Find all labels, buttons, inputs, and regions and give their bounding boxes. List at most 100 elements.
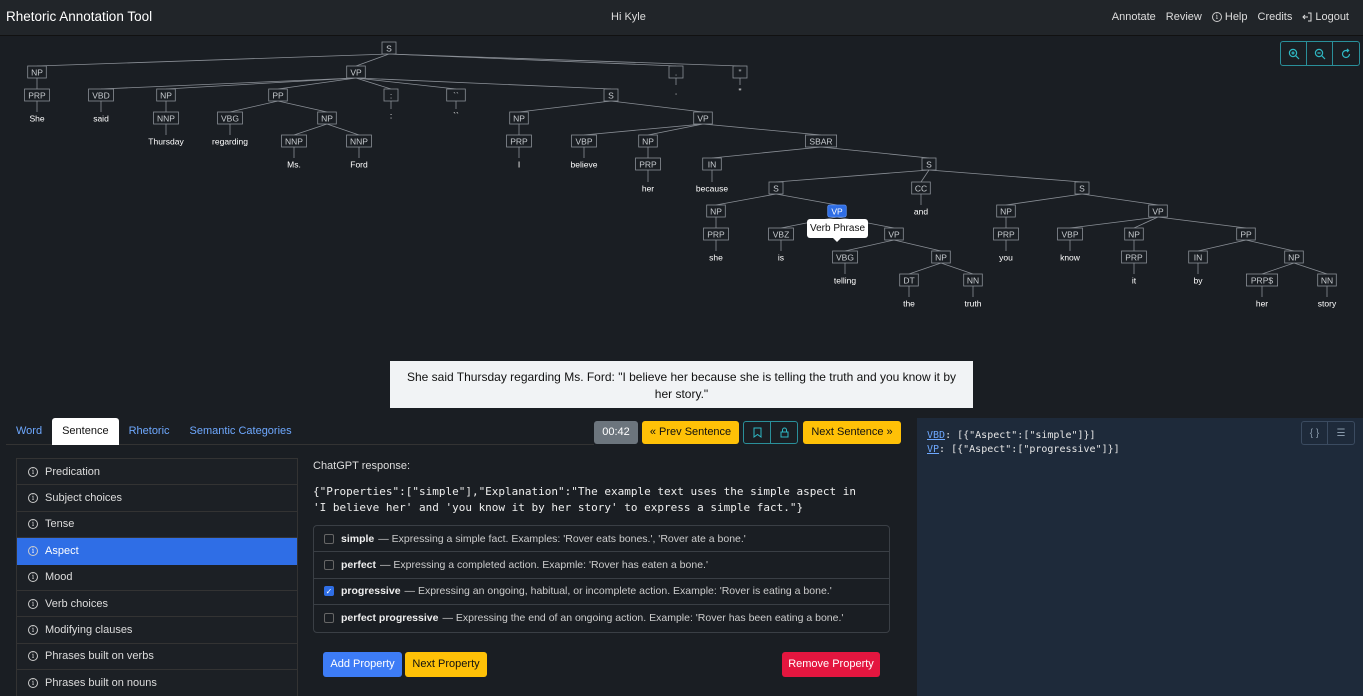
tree-leaf-word[interactable]: .	[675, 87, 677, 97]
tree-node[interactable]: NP	[1124, 227, 1144, 241]
nav-logout[interactable]: Logout	[1302, 11, 1349, 23]
zoom-out-button[interactable]	[1307, 42, 1333, 65]
tree-leaf-word[interactable]: believe	[571, 160, 598, 170]
bookmark-button[interactable]	[743, 421, 771, 444]
tree-node[interactable]: VBG	[832, 250, 858, 264]
tree-node[interactable]: NNP	[281, 134, 307, 148]
tree-node[interactable]: NP	[27, 65, 47, 79]
prev-sentence-button[interactable]: « Prev Sentence	[642, 421, 739, 444]
tree-node[interactable]: NNP	[153, 111, 179, 125]
tree-node[interactable]: NP	[317, 111, 337, 125]
tree-leaf-word[interactable]: you	[999, 253, 1013, 263]
property-item[interactable]: i Modifying clauses	[17, 617, 297, 644]
tab-semantic-categories[interactable]: Semantic Categories	[180, 418, 302, 445]
tree-node[interactable]: VBP	[1057, 227, 1083, 241]
tree-leaf-word[interactable]: ``	[453, 111, 459, 121]
tree-node[interactable]: PP	[268, 88, 288, 102]
tree-node[interactable]: VBZ	[768, 227, 794, 241]
property-item[interactable]: i Phrases built on verbs	[17, 643, 297, 671]
tree-leaf-word[interactable]: truth	[964, 299, 981, 309]
tree-node[interactable]: S	[921, 157, 937, 171]
nav-review[interactable]: Review	[1166, 11, 1202, 23]
tree-leaf-word[interactable]: She	[29, 114, 44, 124]
tree-node[interactable]: .	[668, 65, 684, 79]
add-property-button[interactable]: Add Property	[323, 652, 402, 677]
next-sentence-button[interactable]: Next Sentence »	[803, 421, 901, 444]
tree-node[interactable]: VBD	[88, 88, 114, 102]
code-view-button[interactable]: { }	[1302, 422, 1328, 444]
tree-node[interactable]: NP	[638, 134, 658, 148]
next-property-button[interactable]: Next Property	[405, 652, 487, 677]
aspect-option[interactable]: perfect progressive — Expressing the end …	[314, 605, 889, 631]
list-view-button[interactable]: ☰	[1328, 422, 1354, 444]
nav-annotate[interactable]: Annotate	[1112, 11, 1156, 23]
tree-leaf-word[interactable]: her	[1256, 299, 1268, 309]
tree-node[interactable]: VP	[346, 65, 366, 79]
tree-node[interactable]: PRP	[506, 134, 532, 148]
tree-leaf-word[interactable]: regarding	[212, 137, 248, 147]
tree-node[interactable]: S	[381, 41, 397, 55]
option-checkbox[interactable]	[324, 533, 334, 544]
tree-node[interactable]: "	[732, 65, 748, 79]
tree-leaf-word[interactable]: telling	[834, 276, 856, 286]
tree-node[interactable]: S	[603, 88, 619, 102]
tree-node[interactable]: PRP$	[1246, 273, 1279, 287]
tree-node[interactable]: PRP	[1121, 250, 1147, 264]
tree-node[interactable]: PRP	[24, 88, 50, 102]
tree-leaf-word[interactable]: Thursday	[148, 137, 184, 147]
tree-leaf-word[interactable]: "	[738, 87, 741, 97]
json-key[interactable]: VBD	[927, 430, 945, 441]
tree-leaf-word[interactable]: said	[93, 114, 109, 124]
property-item[interactable]: i Subject choices	[17, 485, 297, 512]
nav-help[interactable]: i Help	[1211, 11, 1248, 23]
tree-node[interactable]: NP	[156, 88, 176, 102]
tree-node[interactable]: NN	[1317, 273, 1337, 287]
json-key[interactable]: VP	[927, 444, 939, 455]
tree-node[interactable]: SBAR	[805, 134, 838, 148]
tree-node[interactable]: VBP	[571, 134, 597, 148]
aspect-option[interactable]: perfect — Expressing a completed action. …	[314, 552, 889, 579]
tree-node[interactable]: NP	[996, 204, 1016, 218]
tree-node[interactable]: :	[383, 88, 399, 102]
property-item[interactable]: i Verb choices	[17, 590, 297, 618]
tab-sentence[interactable]: Sentence	[52, 418, 119, 445]
tab-word[interactable]: Word	[6, 418, 52, 445]
tree-node[interactable]: CC	[911, 181, 931, 195]
tree-node[interactable]: NNP	[346, 134, 372, 148]
tree-leaf-word[interactable]: her	[642, 184, 654, 194]
tree-leaf-word[interactable]: I	[518, 160, 520, 170]
option-checkbox[interactable]: ✓	[324, 586, 334, 597]
tree-leaf-word[interactable]: story	[1318, 299, 1337, 309]
property-item[interactable]: i Phrases built on nouns	[17, 670, 297, 696]
tree-node[interactable]: VP	[1148, 204, 1168, 218]
tree-node[interactable]: VP	[827, 204, 847, 218]
tree-node[interactable]: PRP	[993, 227, 1019, 241]
aspect-option[interactable]: simple — Expressing a simple fact. Exampl…	[314, 526, 889, 553]
tree-node[interactable]: IN	[702, 157, 722, 171]
tree-node[interactable]: IN	[1188, 250, 1208, 264]
property-item[interactable]: i Mood	[17, 564, 297, 591]
tree-leaf-word[interactable]: it	[1132, 276, 1137, 286]
tree-node[interactable]: PRP	[635, 157, 661, 171]
tree-leaf-word[interactable]: the	[903, 299, 915, 309]
tree-leaf-word[interactable]: know	[1060, 253, 1081, 263]
property-item[interactable]: i Predication	[17, 459, 297, 486]
tree-leaf-word[interactable]: because	[696, 184, 728, 194]
property-item[interactable]: i Tense	[17, 511, 297, 539]
tree-leaf-word[interactable]: she	[709, 253, 723, 263]
tree-leaf-word[interactable]: and	[914, 207, 928, 217]
tree-node[interactable]: NP	[931, 250, 951, 264]
tree-leaf-word[interactable]: Ms.	[287, 160, 301, 170]
tree-leaf-word[interactable]: Ford	[350, 160, 368, 170]
tree-leaf-word[interactable]: by	[1194, 276, 1204, 286]
aspect-option[interactable]: ✓ progressive — Expressing an ongoing, hab…	[314, 579, 889, 606]
tree-node[interactable]: S	[768, 181, 784, 195]
tree-node[interactable]: NP	[706, 204, 726, 218]
option-checkbox[interactable]	[324, 560, 334, 571]
tree-leaf-word[interactable]: :	[390, 111, 392, 121]
tree-node[interactable]: NP	[509, 111, 529, 125]
option-checkbox[interactable]	[324, 613, 334, 624]
tree-node[interactable]: VP	[884, 227, 904, 241]
tree-leaf-word[interactable]: is	[778, 253, 784, 263]
tree-node[interactable]: DT	[899, 273, 919, 287]
